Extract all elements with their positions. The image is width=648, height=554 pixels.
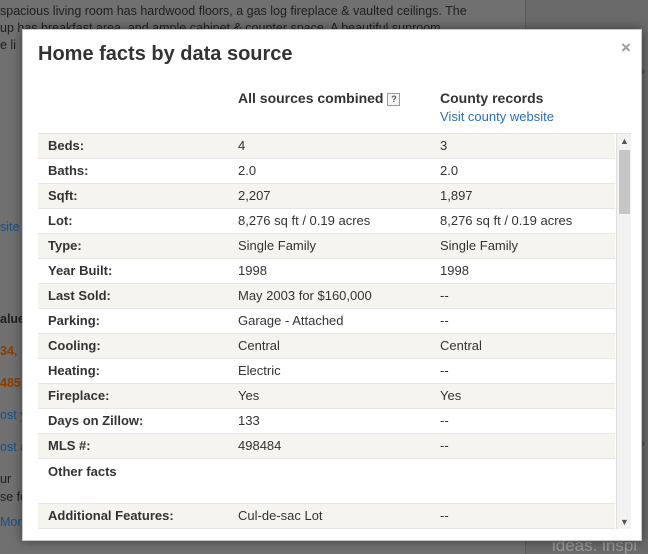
background-fragment: 34, [0, 344, 18, 358]
table-cell-label: Heating: [48, 363, 100, 378]
table-cell-county: -- [440, 508, 449, 523]
table-cell-combined: 1998 [238, 263, 267, 278]
table-cell-county: -- [440, 438, 449, 453]
table-cell-combined: 133 [238, 413, 260, 428]
table-row: Additional Features: Cul-de-sac Lot -- [38, 504, 615, 529]
table-cell-county: 1998 [440, 263, 469, 278]
modal-title: Home facts by data source [38, 43, 293, 65]
table-row: MLS #: 498484 -- [38, 434, 615, 459]
table-cell-combined: Yes [238, 388, 260, 403]
table-cell-label: Additional Features: [48, 508, 174, 523]
table-cell-label: MLS #: [48, 438, 91, 453]
table-cell-combined: Single Family [238, 238, 317, 253]
table-row: Heating: Electric -- [38, 359, 615, 384]
table-cell-county: -- [440, 313, 449, 328]
help-icon[interactable]: ? [387, 93, 401, 106]
table-cell-county: 1,897 [440, 188, 473, 203]
visit-county-website-link[interactable]: Visit county website [440, 109, 554, 124]
table-cell-combined: 2,207 [238, 188, 271, 203]
vertical-scrollbar[interactable]: ▲ ▼ [616, 134, 631, 529]
background-fragment: 485 [0, 376, 21, 390]
table-cell-label: Last Sold: [48, 288, 111, 303]
table-cell-combined: 4 [238, 138, 246, 153]
column-header-combined-label: All sources combined [238, 90, 384, 106]
table-row: Cooling: Central Central [38, 334, 615, 359]
table-cell-label: Beds: [48, 138, 85, 153]
table-row: Parking: Garage - Attached -- [38, 309, 615, 334]
facts-table[interactable]: Beds: 4 3 Baths: 2.0 2.0 Sqft: 2,207 1,897 Lot: 8,… [38, 133, 631, 529]
background-fragment: alue [0, 312, 24, 326]
table-cell-combined: Central [238, 338, 280, 353]
table-cell-label: Parking: [48, 313, 101, 328]
scroll-up-icon[interactable]: ▲ [617, 134, 631, 149]
column-header-combined: All sources combined? [238, 90, 401, 106]
table-cell-label: Days on Zillow: [48, 413, 144, 428]
table-cell-combined: 8,276 sq ft / 0.19 acres [238, 213, 371, 228]
table-row: Sqft: 2,207 1,897 [38, 184, 615, 209]
background-text-line: spacious living room has hardwood floors… [0, 4, 467, 18]
table-cell-label: Fireplace: [48, 388, 110, 403]
table-cell-combined: Garage - Attached [238, 313, 344, 328]
table-cell-combined: Cul-de-sac Lot [238, 508, 323, 523]
table-cell-combined: 498484 [238, 438, 282, 453]
table-cell-county: 2.0 [440, 163, 459, 178]
table-cell-label: Cooling: [48, 338, 101, 353]
table-cell-label: Baths: [48, 163, 89, 178]
close-icon[interactable]: × [618, 39, 634, 56]
table-cell-label: Lot: [48, 213, 73, 228]
section-title: Other facts [48, 464, 117, 479]
table-row: Baths: 2.0 2.0 [38, 159, 615, 184]
table-cell-county: -- [440, 363, 449, 378]
scroll-down-icon[interactable]: ▼ [617, 515, 631, 529]
table-cell-county: -- [440, 413, 449, 428]
table-row: Year Built: 1998 1998 [38, 259, 615, 284]
table-cell-county: 3 [440, 138, 448, 153]
table-cell-county: 8,276 sq ft / 0.19 acres [440, 213, 573, 228]
table-cell-label: Year Built: [48, 263, 113, 278]
background-left-column: site alue 34, 485 ost y ost a ur se fo M… [0, 200, 24, 554]
home-facts-modal: Home facts by data source × All sources … [22, 29, 642, 541]
table-cell-county: -- [440, 288, 449, 303]
table-row: Last Sold: May 2003 for $160,000 -- [38, 284, 615, 309]
background-fragment: ur [0, 472, 12, 486]
table-row: Lot: 8,276 sq ft / 0.19 acres 8,276 sq ft … [38, 209, 615, 234]
section-other-facts: Other facts [38, 459, 615, 504]
table-cell-county: Single Family [440, 238, 519, 253]
background-fragment: ost a [0, 440, 24, 454]
table-row: Days on Zillow: 133 -- [38, 409, 615, 434]
table-cell-combined: 2.0 [238, 163, 257, 178]
table-row: Beds: 4 3 [38, 134, 615, 159]
table-cell-label: Sqft: [48, 188, 78, 203]
background-fragment: se fo [0, 490, 24, 504]
scrollbar-thumb[interactable] [619, 150, 630, 214]
background-fragment: ost y [0, 408, 24, 422]
table-cell-combined: May 2003 for $160,000 [238, 288, 372, 303]
table-row: Fireplace: Yes Yes [38, 384, 615, 409]
background-fragment: site [0, 220, 20, 234]
table-row: Type: Single Family Single Family [38, 234, 615, 259]
table-cell-label: Type: [48, 238, 82, 253]
column-header-county: County records [440, 90, 544, 106]
background-fragment: Mor [0, 515, 22, 529]
table-cell-county: Yes [440, 388, 462, 403]
table-cell-county: Central [440, 338, 482, 353]
table-cell-combined: Electric [238, 363, 281, 378]
